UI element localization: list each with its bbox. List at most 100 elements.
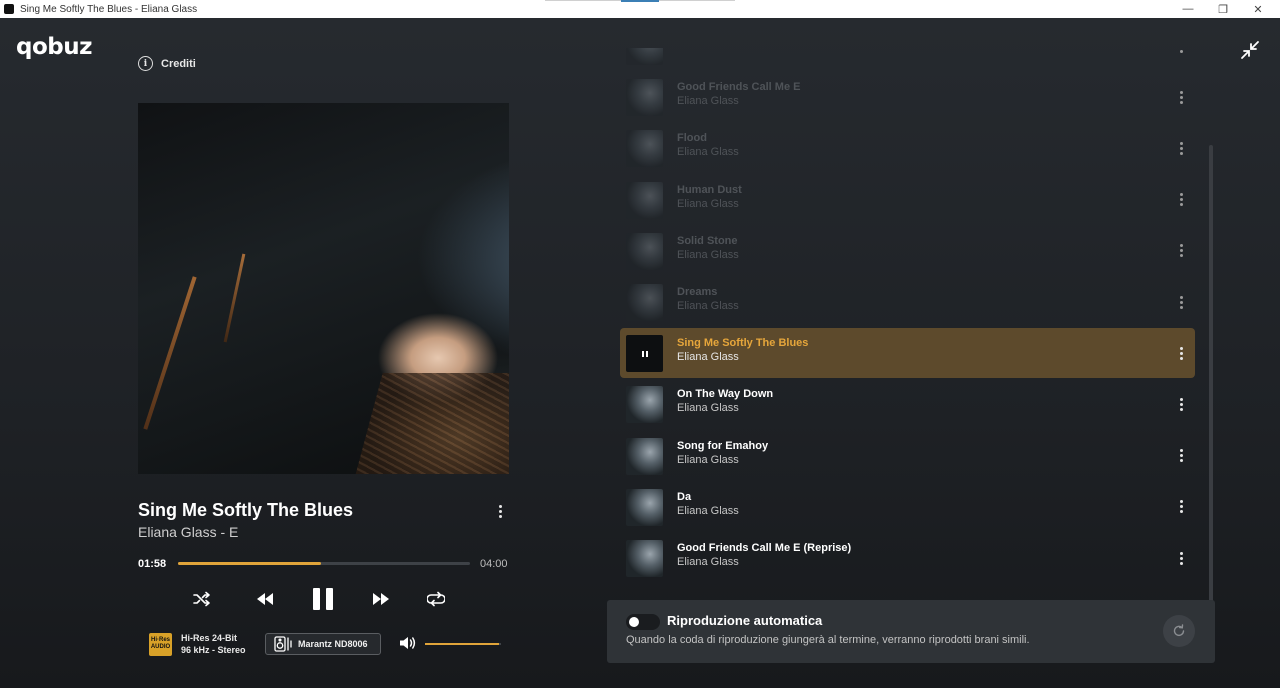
- track-thumbnail: [626, 386, 663, 424]
- track-info: Solid Stone Eliana Glass: [677, 234, 739, 263]
- track-artist: Eliana Glass: [677, 248, 739, 261]
- cover-detail: [353, 373, 509, 474]
- track-more-menu-icon[interactable]: [1176, 192, 1186, 208]
- track-artist: Eliana Glass: [677, 95, 739, 108]
- credits-label: Crediti: [161, 57, 196, 70]
- window-titlebar: Sing Me Softly The Blues - Eliana Glass …: [0, 0, 1280, 18]
- track-more-menu-icon[interactable]: [1176, 499, 1186, 515]
- track-artist: Eliana Glass: [677, 146, 739, 159]
- track-more-menu-icon[interactable]: [1176, 396, 1186, 412]
- queue-row[interactable]: Dreams Eliana Glass: [620, 277, 1195, 327]
- track-title: Good Friends Call Me E (Reprise): [677, 542, 852, 554]
- autoplay-panel: Riproduzione automatica Quando la coda d…: [607, 600, 1215, 663]
- queue-row[interactable]: Eliana Glass: [620, 48, 1195, 71]
- track-artist: Eliana Glass: [677, 402, 739, 415]
- cover-detail: [223, 253, 246, 343]
- track-more-menu-icon[interactable]: [1176, 294, 1186, 310]
- minimize-button[interactable]: —: [1170, 0, 1206, 18]
- track-thumbnail: [626, 540, 663, 577]
- track-more-menu-icon[interactable]: [1176, 550, 1186, 566]
- output-device-button[interactable]: Marantz ND8006: [265, 633, 381, 655]
- quality-samplerate: 96 kHz - Stereo: [181, 645, 246, 655]
- track-artist: Eliana Glass: [677, 197, 739, 210]
- track-thumbnail: [626, 488, 663, 526]
- queue-row[interactable]: On The Way Down Eliana Glass: [620, 379, 1195, 429]
- track-info: Good Friends Call Me E (Reprise) Eliana G…: [677, 541, 851, 570]
- track-thumbnail: [626, 232, 663, 270]
- window-title: Sing Me Softly The Blues - Eliana Glass: [20, 3, 198, 15]
- now-playing-title: Sing Me Softly The Blues: [138, 500, 354, 520]
- track-title: Good Friends Call Me E: [677, 81, 801, 94]
- elapsed-time: 01:58: [138, 558, 167, 570]
- track-thumbnail: [626, 284, 663, 321]
- track-info: Flood Eliana Glass: [677, 131, 739, 160]
- track-more-menu-icon[interactable]: [1176, 48, 1186, 54]
- output-device-label: Marantz ND8006: [298, 639, 368, 649]
- track-more-menu-icon[interactable]: [493, 502, 507, 520]
- queue-row[interactable]: Solid Stone Eliana Glass: [620, 226, 1195, 276]
- qobuz-logo[interactable]: qobuz: [16, 34, 93, 60]
- restore-button[interactable]: ❐: [1205, 0, 1241, 18]
- track-thumbnail: [626, 335, 663, 373]
- track-more-menu-icon[interactable]: [1176, 448, 1186, 464]
- track-info: On The Way Down Eliana Glass: [677, 387, 773, 416]
- track-more-menu-icon[interactable]: [1176, 89, 1186, 105]
- credits-button[interactable]: i Crediti: [138, 56, 196, 71]
- queue-row[interactable]: Good Friends Call Me E Eliana Glass: [620, 72, 1195, 122]
- track-thumbnail: [626, 437, 663, 475]
- autoplay-description: Quando la coda di riproduzione giungerà …: [626, 634, 1030, 646]
- total-time: 04:00: [480, 558, 508, 570]
- queue-row[interactable]: Human Dust Eliana Glass: [620, 175, 1195, 225]
- progress-bar[interactable]: [178, 562, 470, 565]
- queue-row[interactable]: Song for Emahoy Eliana Glass: [620, 431, 1195, 481]
- queue-scrollbar[interactable]: [1209, 145, 1213, 615]
- track-thumbnail: [626, 130, 663, 168]
- track-title: Human Dust: [677, 183, 742, 196]
- playing-indicator-icon: [641, 350, 648, 357]
- speaker-device-icon: [274, 636, 292, 652]
- track-title: Sing Me Softly The Blues: [677, 337, 809, 350]
- track-artist: Eliana Glass: [677, 300, 739, 312]
- now-playing-artist-album[interactable]: Eliana Glass - E: [138, 524, 238, 540]
- refresh-icon[interactable]: [1163, 615, 1195, 647]
- titlebar-indicator: [621, 0, 659, 2]
- track-thumbnail: [626, 48, 663, 65]
- track-info: Good Friends Call Me E Eliana Glass: [677, 80, 800, 109]
- track-info: Da Eliana Glass: [677, 490, 739, 519]
- track-title: Solid Stone: [677, 234, 738, 247]
- queue-row[interactable]: Good Friends Call Me E (Reprise) Eliana G…: [620, 533, 1195, 583]
- track-more-menu-icon[interactable]: [1176, 345, 1186, 361]
- track-info: Human Dust Eliana Glass: [677, 183, 742, 212]
- autoplay-title: Riproduzione automatica: [667, 613, 823, 628]
- volume-icon[interactable]: [399, 635, 417, 656]
- track-info: Dreams Eliana Glass: [677, 285, 739, 314]
- track-more-menu-icon[interactable]: [1176, 140, 1186, 156]
- album-cover: [138, 103, 509, 474]
- repeat-icon[interactable]: [426, 590, 446, 608]
- player-view: qobuz i Crediti Sing Me Softly The Blues…: [0, 18, 1280, 688]
- app-icon: [4, 4, 14, 14]
- hires-audio-badge: Hi·Res AUDIO: [149, 632, 172, 656]
- quality-bitdepth: Hi-Res 24-Bit: [181, 633, 238, 643]
- track-title: Song for Emahoy: [677, 439, 769, 452]
- cover-detail: [143, 276, 197, 430]
- track-title: Da: [677, 490, 692, 503]
- track-more-menu-icon[interactable]: [1176, 243, 1186, 259]
- queue-row[interactable]: Flood Eliana Glass: [620, 123, 1195, 173]
- track-title: On The Way Down: [677, 388, 774, 401]
- audio-quality: Hi·Res AUDIO Hi-Res 24-Bit 96 kHz - Ster…: [149, 632, 246, 656]
- autoplay-toggle[interactable]: [626, 614, 660, 630]
- shuffle-icon[interactable]: [192, 590, 212, 608]
- volume-slider[interactable]: [425, 643, 501, 645]
- quality-text: Hi-Res 24-Bit 96 kHz - Stereo: [181, 632, 246, 656]
- next-icon[interactable]: [370, 590, 392, 608]
- track-thumbnail: [626, 181, 663, 219]
- collapse-icon[interactable]: [1238, 38, 1262, 62]
- track-artist: Eliana Glass: [677, 453, 739, 466]
- queue-row-current[interactable]: Sing Me Softly The Blues Eliana Glass: [620, 328, 1195, 379]
- queue-row[interactable]: Da Eliana Glass: [620, 482, 1195, 532]
- close-button[interactable]: ✕: [1240, 0, 1276, 18]
- pause-icon[interactable]: [309, 585, 337, 613]
- previous-icon[interactable]: [254, 590, 276, 608]
- info-icon: i: [138, 56, 153, 71]
